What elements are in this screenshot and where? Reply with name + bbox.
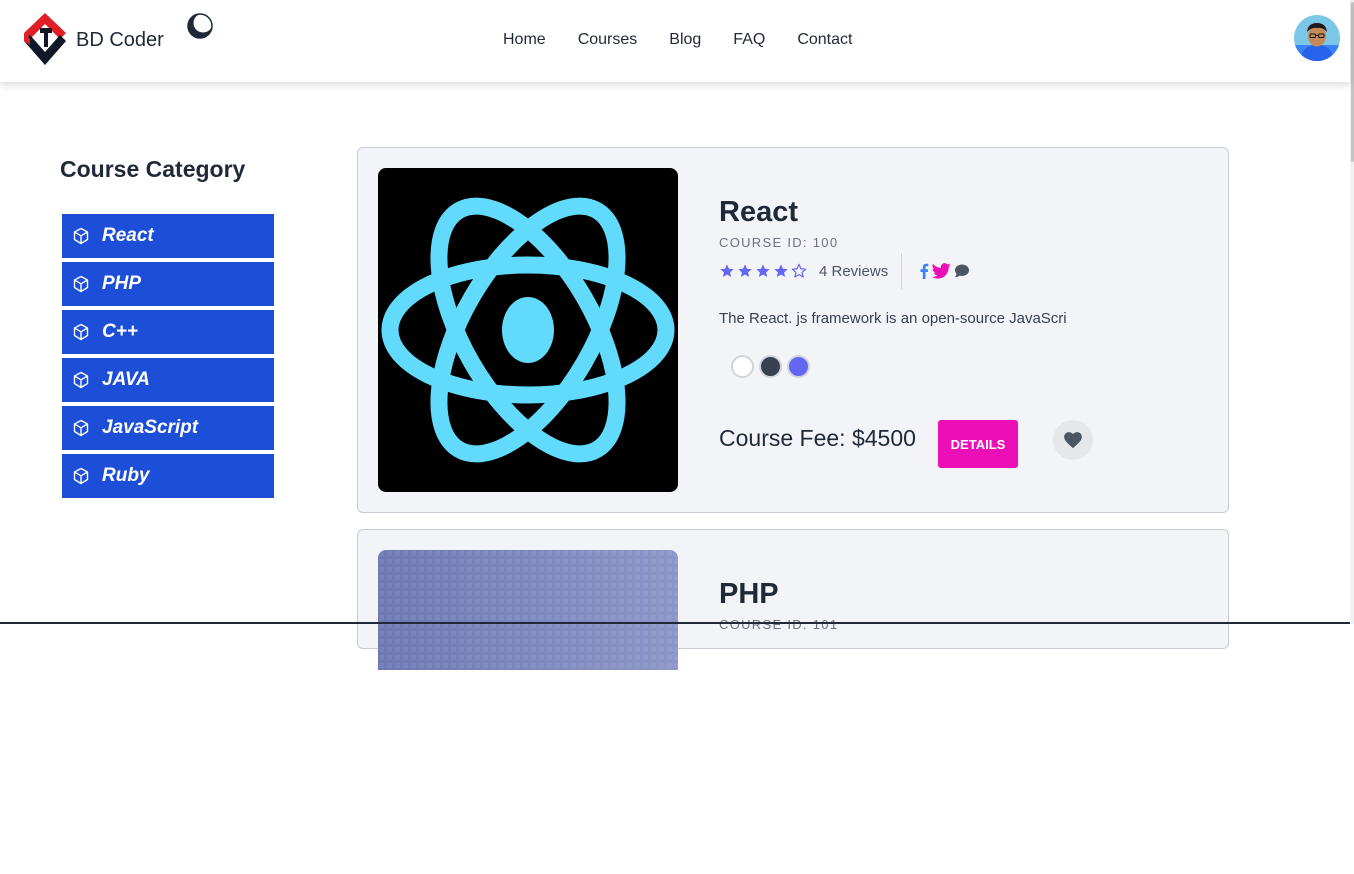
nav-link-home[interactable]: Home [503,31,546,49]
course-title: React [719,196,798,228]
bd-coder-logo-icon [24,13,66,65]
category-label: C++ [102,321,138,342]
avatar[interactable] [1294,15,1340,61]
swatch-indigo[interactable] [787,355,810,378]
favorite-button[interactable] [1053,420,1093,460]
course-image[interactable] [378,168,678,492]
rating-row: 4 Reviews [719,253,973,289]
course-category-title: Course Category [60,156,246,182]
category-label: JavaScript [102,417,199,438]
php-course-image [378,550,678,670]
category-item-cpp[interactable]: C++ [62,310,274,354]
details-button[interactable]: DETAILS [938,420,1018,468]
twitter-icon[interactable] [932,263,951,279]
course-id: COURSE ID: 100 [719,235,839,250]
category-item-php[interactable]: PHP [62,262,274,306]
chat-icon[interactable] [954,263,970,279]
cube-icon [73,419,89,437]
avatar-image [1294,15,1340,61]
nav-link-courses[interactable]: Courses [578,31,638,49]
moon-icon[interactable] [187,13,213,39]
category-item-ruby[interactable]: Ruby [62,454,274,498]
cube-icon [73,467,89,485]
star-filled-icon [774,264,788,277]
divider [901,253,903,289]
category-item-react[interactable]: React [62,214,274,258]
course-description: The React. js framework is an open-sourc… [719,310,1067,327]
review-count: 4 Reviews [819,262,889,280]
star-filled-icon [738,264,752,277]
swatch-dark[interactable] [759,355,782,378]
star-empty-icon [791,263,807,278]
social-links [919,263,973,279]
course-fee: Course Fee: $4500 [719,425,916,451]
nav-links: Home Courses Blog FAQ Contact [503,31,852,49]
cube-icon [73,323,89,341]
star-filled-icon [720,264,734,277]
course-id: COURSE ID: 101 [719,617,839,632]
nav-link-blog[interactable]: Blog [669,31,701,49]
category-item-javascript[interactable]: JavaScript [62,406,274,450]
nav-link-faq[interactable]: FAQ [733,31,765,49]
nav-link-contact[interactable]: Contact [797,31,852,49]
react-logo-icon [378,168,678,492]
navbar: BD Coder Home Courses Blog FAQ Contact [0,0,1350,82]
color-swatches [731,355,815,378]
category-item-java[interactable]: JAVA [62,358,274,402]
swatch-white[interactable] [731,355,754,378]
category-label: React [102,225,154,246]
category-label: PHP [102,273,142,294]
brand[interactable]: BD Coder [20,11,164,69]
course-image[interactable] [378,550,678,874]
course-title: PHP [719,578,779,610]
star-filled-icon [756,264,770,277]
cube-icon [73,227,89,245]
course-card: PHP COURSE ID: 101 [357,529,1229,670]
cube-icon [73,275,89,293]
heart-icon [1064,432,1082,448]
facebook-icon[interactable] [919,263,929,279]
category-label: JAVA [102,369,150,390]
course-card: React COURSE ID: 100 4 Reviews The React… [357,147,1229,513]
category-list: React PHP C++ JAVA JavaScript Ruby [62,214,274,502]
star-rating [719,263,809,279]
brand-name: BD Coder [76,28,164,51]
category-label: Ruby [102,465,150,486]
cube-icon [73,371,89,389]
